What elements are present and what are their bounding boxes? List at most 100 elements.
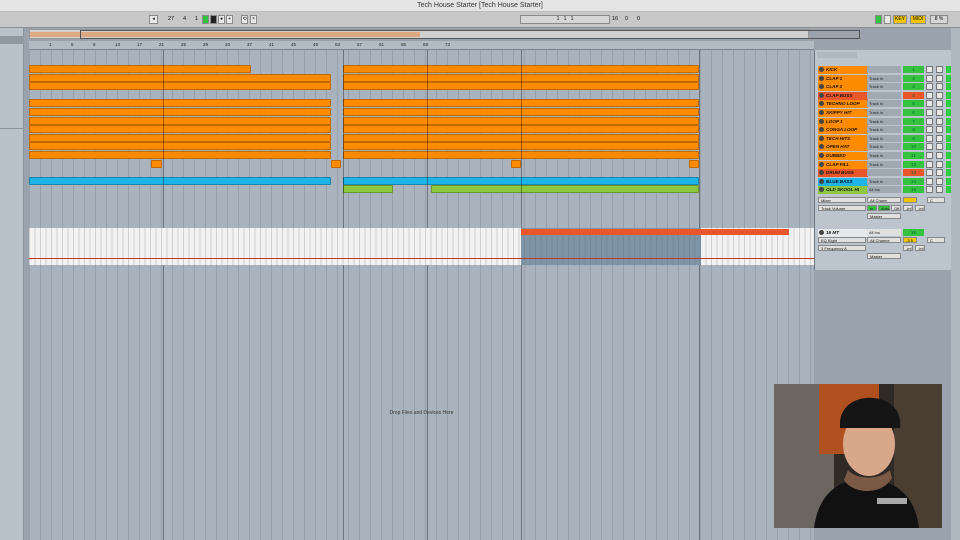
arm-button[interactable]: [936, 91, 943, 99]
audio-clip[interactable]: [431, 185, 699, 194]
track-fold-icon[interactable]: [819, 118, 824, 124]
solo-button[interactable]: [926, 100, 933, 108]
track-activator[interactable]: 2: [903, 74, 924, 82]
arm-button[interactable]: [936, 134, 943, 142]
audio-clip[interactable]: [151, 159, 162, 168]
track-input-select[interactable]: Track In: [867, 177, 901, 185]
audio-clip[interactable]: [29, 142, 331, 151]
track-input-select[interactable]: Track In: [867, 83, 901, 91]
mixer-mode-select[interactable]: Mixer: [818, 197, 866, 203]
track-input-select[interactable]: Track In: [867, 109, 901, 116]
tap-tempo-button[interactable]: ◂: [149, 15, 158, 24]
input-channel-select-16mt[interactable]: All Channe: [867, 237, 901, 243]
track-fold-icon[interactable]: [819, 170, 824, 176]
pan-knob[interactable]: C: [927, 197, 945, 203]
track-input-select[interactable]: Track In: [867, 160, 901, 168]
browser-toggle[interactable]: [0, 36, 24, 44]
arm-button[interactable]: [936, 126, 943, 134]
solo-button[interactable]: [926, 177, 933, 185]
arrangement-lane[interactable]: [29, 125, 814, 134]
automation-line[interactable]: [29, 258, 814, 259]
solo-button[interactable]: [926, 66, 933, 73]
track-input-select[interactable]: [867, 169, 901, 177]
play-button[interactable]: [202, 15, 209, 24]
browser-panel-collapsed[interactable]: [0, 28, 24, 540]
track-activator[interactable]: 4: [903, 91, 924, 99]
track-volume-16mt[interactable]: -3.5: [903, 237, 917, 243]
solo-button[interactable]: [926, 160, 933, 168]
arm-button[interactable]: [936, 100, 943, 108]
loop-switch-icon[interactable]: ⟲: [241, 15, 248, 24]
track-activator[interactable]: 15: [903, 186, 924, 194]
draw-mode-icon[interactable]: [875, 15, 882, 24]
track-input-select[interactable]: Track In: [867, 100, 901, 108]
arm-button[interactable]: [936, 177, 943, 185]
loop-length-field[interactable]: 16: [612, 15, 618, 24]
arm-button[interactable]: [936, 117, 943, 125]
mixer-track-row[interactable]: OLD SKOOL HI All Ins 15: [815, 185, 960, 195]
signature-numerator[interactable]: 4: [183, 15, 186, 24]
arm-button[interactable]: [936, 109, 943, 116]
arm-button[interactable]: [936, 186, 943, 194]
solo-button[interactable]: [926, 83, 933, 91]
solo-button[interactable]: [926, 109, 933, 116]
track-fold-icon[interactable]: [819, 144, 824, 150]
track-activator[interactable]: 7: [903, 117, 924, 125]
input-channel-select[interactable]: All Chann: [867, 197, 901, 203]
arrangement-lane[interactable]: [29, 142, 814, 151]
loop-end-field-2[interactable]: 0: [637, 15, 640, 24]
arrangement-lane[interactable]: [29, 159, 814, 169]
audio-clip[interactable]: [29, 125, 331, 134]
param-select[interactable]: 3 Frequency A: [818, 245, 866, 251]
track-input-select[interactable]: Track In: [867, 134, 901, 142]
track-input-select[interactable]: Track In: [867, 117, 901, 125]
track-fold-icon[interactable]: [819, 161, 824, 167]
track-fold-icon[interactable]: [819, 153, 824, 158]
arrangement-lane[interactable]: [29, 116, 814, 126]
track-fold-icon[interactable]: [819, 110, 824, 115]
audio-clip[interactable]: [343, 185, 393, 194]
track-input-select[interactable]: Track In: [867, 143, 901, 151]
arrangement-lane[interactable]: [29, 176, 814, 186]
track-input-select[interactable]: Track In: [867, 126, 901, 134]
audio-clip[interactable]: [689, 159, 699, 168]
track-fold-icon[interactable]: [819, 135, 824, 141]
solo-button[interactable]: [926, 74, 933, 82]
position-display[interactable]: 1 1 1: [520, 15, 610, 24]
arm-button[interactable]: [936, 160, 943, 168]
device-select[interactable]: EQ Eight: [818, 237, 866, 243]
automation-arm-icon[interactable]: [884, 15, 891, 24]
track-input-select[interactable]: Track In: [867, 74, 901, 82]
overdub-button[interactable]: +: [226, 15, 233, 24]
stop-button[interactable]: [210, 15, 217, 24]
track-activator[interactable]: 9: [903, 134, 924, 142]
monitor-in-button[interactable]: In: [867, 205, 877, 211]
arm-button[interactable]: [936, 74, 943, 82]
audio-clip[interactable]: [29, 176, 331, 185]
track-fold-icon[interactable]: [819, 178, 824, 184]
solo-button[interactable]: [926, 126, 933, 134]
arrangement-lane[interactable]: [29, 133, 814, 143]
send-value-1[interactable]: -inf: [903, 205, 913, 211]
track-fold-icon[interactable]: [819, 67, 824, 72]
track-fold-icon[interactable]: [819, 75, 824, 81]
arrangement-overview[interactable]: [29, 29, 860, 39]
track-input-select[interactable]: [867, 66, 901, 73]
output-select-16mt[interactable]: Master: [867, 253, 901, 259]
mixer-header-controls[interactable]: [817, 52, 857, 58]
audio-clip[interactable]: [29, 73, 331, 82]
track-activator[interactable]: 14: [903, 177, 924, 185]
audio-clip[interactable]: [29, 65, 251, 73]
track-fold-icon[interactable]: [819, 127, 824, 133]
key-map-button[interactable]: KEY: [893, 15, 907, 24]
arrangement-lane[interactable]: [29, 82, 814, 91]
audio-clip[interactable]: [331, 159, 341, 168]
arrangement-lane[interactable]: [29, 151, 814, 160]
track-fold-icon[interactable]: [819, 101, 824, 107]
send-value-2[interactable]: -inf: [915, 205, 925, 211]
drop-zone[interactable]: Drop Files and Devices Here: [29, 410, 814, 416]
solo-button[interactable]: [926, 91, 933, 99]
track-name[interactable]: OLD SKOOL HI: [818, 186, 868, 195]
audio-clip[interactable]: [29, 133, 331, 142]
track-activator[interactable]: 1: [903, 66, 924, 73]
